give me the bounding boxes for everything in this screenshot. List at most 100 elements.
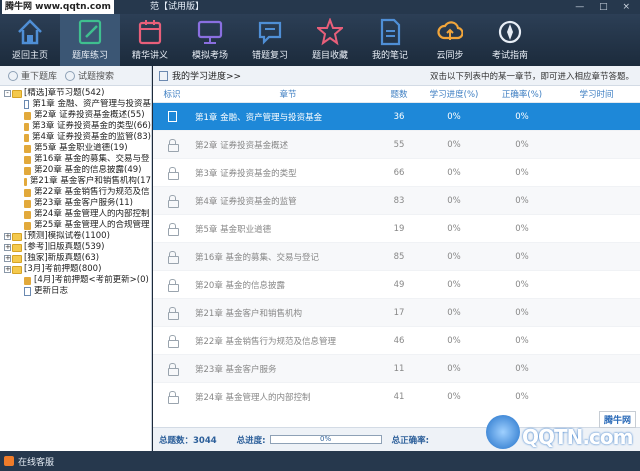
table-row[interactable]: 第4章 证券投资基金的监管 83 0% 0% — [153, 187, 640, 215]
cell-chapter: 第20章 基金的信息披露 — [195, 280, 286, 291]
tree-item[interactable]: 第4章 证券投资基金的监管(83) — [0, 132, 151, 143]
column-progress[interactable]: 学习进度(%) — [417, 88, 491, 100]
progress-title: 我的学习进度>> — [172, 72, 242, 82]
lock-icon — [24, 144, 31, 153]
tree-item[interactable]: 第1章 金融、资产管理与投资基 — [0, 99, 151, 110]
calendar-icon — [137, 18, 163, 46]
tree-item[interactable]: 第25章 基金管理人的合规管理 — [0, 220, 151, 231]
lock-icon — [24, 155, 31, 164]
cell-rate: 0% — [515, 251, 529, 262]
table-row[interactable]: 第21章 基金客户和销售机构 17 0% 0% — [153, 299, 640, 327]
monitor-icon — [197, 18, 223, 46]
tree-item[interactable]: 第22章 基金销售行为规范及信 — [0, 187, 151, 198]
hint-text: 双击以下列表中的某一章节，即可进入相应章节答题。 — [429, 71, 634, 82]
column-count[interactable]: 题数 — [381, 88, 417, 100]
tree-item[interactable]: + [参考]旧版真题(539) — [0, 242, 151, 253]
compass-icon — [497, 18, 523, 46]
cell-mark — [153, 363, 191, 376]
tree-item[interactable]: 第2章 证券投资基金概述(55) — [0, 110, 151, 121]
cell-count: 41 — [393, 391, 405, 402]
toolbar-label: 返回主页 — [11, 51, 48, 61]
lock-icon — [24, 221, 31, 230]
cell-chapter: 第4章 证券投资基金的监管 — [195, 196, 297, 207]
toolbar-calendar-button[interactable]: 精华讲义 — [120, 14, 180, 66]
total-questions: 总题数：3044 — [159, 435, 217, 446]
toolbar-label: 考试指南 — [491, 51, 528, 61]
tree-item[interactable]: - [精选]章节习题(542) — [0, 88, 151, 99]
tree-item[interactable]: + [3月]考前押题(800) — [0, 264, 151, 275]
table-row[interactable]: 第22章 基金销售行为规范及信息管理 46 0% 0% — [153, 327, 640, 355]
lock-icon — [24, 111, 31, 120]
expand-icon[interactable]: + — [4, 233, 11, 240]
tree-item-label: 第23章 基金客户服务(11) — [34, 198, 133, 208]
cell-chapter: 第24章 基金管理人的内部控制 — [195, 392, 311, 403]
cell-rate: 0% — [515, 307, 529, 318]
toolbar-home-button[interactable]: 返回主页 — [0, 14, 60, 66]
refresh-icon — [8, 70, 18, 81]
toolbar-monitor-button[interactable]: 模拟考场 — [180, 14, 240, 66]
cell-rate: 0% — [515, 195, 529, 206]
cell-progress: 0% — [447, 139, 461, 150]
search-questions-button[interactable]: 试题搜索 — [57, 69, 114, 82]
cell-count: 46 — [393, 335, 405, 346]
tree-item-label: 第24章 基金管理人的内部控制 — [34, 209, 150, 219]
cell-progress: 0% — [447, 167, 461, 178]
lock-icon — [167, 363, 179, 376]
redownload-button[interactable]: 重下题库 — [0, 69, 57, 82]
collapse-icon[interactable]: - — [4, 90, 11, 97]
tree-item[interactable]: 第23章 基金客户服务(11) — [0, 198, 151, 209]
expand-icon[interactable]: + — [4, 255, 11, 262]
tree-item[interactable]: + [预测]模拟试卷(1100) — [0, 231, 151, 242]
cell-chapter: 第5章 基金职业道德 — [195, 224, 272, 235]
cell-count: 49 — [393, 279, 405, 290]
table-row[interactable]: 第20章 基金的信息披露 49 0% 0% — [153, 271, 640, 299]
table-row[interactable]: 第2章 证券投资基金概述 55 0% 0% — [153, 131, 640, 159]
tree-item[interactable]: 更新日志 — [0, 286, 151, 297]
tree-item[interactable]: [4月]考前押题<考前更新>(0) — [0, 275, 151, 286]
toolbar-document-button[interactable]: 我的笔记 — [360, 14, 420, 66]
tree-item[interactable]: + [独家]新版真题(63) — [0, 253, 151, 264]
lock-icon — [167, 307, 179, 320]
total-progress-label: 总进度: — [236, 435, 266, 446]
toolbar-star-button[interactable]: 题目收藏 — [300, 14, 360, 66]
window-controls[interactable]: — □ × — [575, 0, 636, 14]
column-mark[interactable]: 标识 — [153, 88, 191, 100]
cell-count: 66 — [393, 167, 405, 178]
column-time[interactable]: 学习时间 — [553, 88, 640, 100]
lock-icon — [167, 251, 179, 264]
tree-item[interactable]: 第16章 基金的募集、交易与登 — [0, 154, 151, 165]
cell-count: 36 — [393, 111, 405, 122]
tree-item[interactable]: 第20章 基金的信息披露(49) — [0, 165, 151, 176]
qqtn-logo-icon — [486, 415, 520, 449]
cell-progress: 0% — [447, 279, 461, 290]
toolbar-label: 错题复习 — [251, 51, 288, 61]
toolbar-edit-button[interactable]: 题库练习 — [60, 14, 120, 66]
cell-mark — [153, 195, 191, 208]
home-icon — [17, 18, 43, 46]
table-row[interactable]: 第24章 基金管理人的内部控制 41 0% 0% — [153, 383, 640, 405]
title-bar: 腾牛网 www.qqtn.com 范【试用版】 — □ × — [0, 0, 640, 14]
tree-item-label: 第22章 基金销售行为规范及信 — [34, 187, 150, 197]
table-row[interactable]: 第16章 基金的募集、交易与登记 85 0% 0% — [153, 243, 640, 271]
table-row[interactable]: 第3章 证券投资基金的类型 66 0% 0% — [153, 159, 640, 187]
table-header: 标识 章节 题数 学习进度(%) 正确率(%) 学习时间 — [153, 86, 640, 103]
toolbar-label: 模拟考场 — [191, 51, 228, 61]
expand-icon[interactable]: + — [4, 244, 11, 251]
table-row[interactable]: 第1章 金融、资产管理与投资基金 36 0% 0% — [153, 103, 640, 131]
tree-item[interactable]: 第21章 基金客户和销售机构(17 — [0, 176, 151, 187]
tree-item[interactable]: 第5章 基金职业道德(19) — [0, 143, 151, 154]
toolbar-cloud-sync-button[interactable]: 云同步 — [420, 14, 480, 66]
column-rate[interactable]: 正确率(%) — [491, 88, 553, 100]
table-row[interactable]: 第23章 基金客户服务 11 0% 0% — [153, 355, 640, 383]
online-support-link[interactable]: 在线客服 — [18, 455, 54, 468]
expand-icon[interactable]: + — [4, 266, 11, 273]
column-chapter[interactable]: 章节 — [191, 88, 381, 100]
cell-count: 19 — [393, 223, 405, 234]
table-row[interactable]: 第5章 基金职业道德 19 0% 0% — [153, 215, 640, 243]
toolbar-compass-button[interactable]: 考试指南 — [480, 14, 540, 66]
tree-item[interactable]: 第3章 证券投资基金的类型(66) — [0, 121, 151, 132]
tree-item[interactable]: 第24章 基金管理人的内部控制 — [0, 209, 151, 220]
toolbar-chat-button[interactable]: 错题复习 — [240, 14, 300, 66]
cell-chapter: 第3章 证券投资基金的类型 — [195, 168, 297, 179]
toolbar-label: 题库练习 — [71, 51, 108, 61]
